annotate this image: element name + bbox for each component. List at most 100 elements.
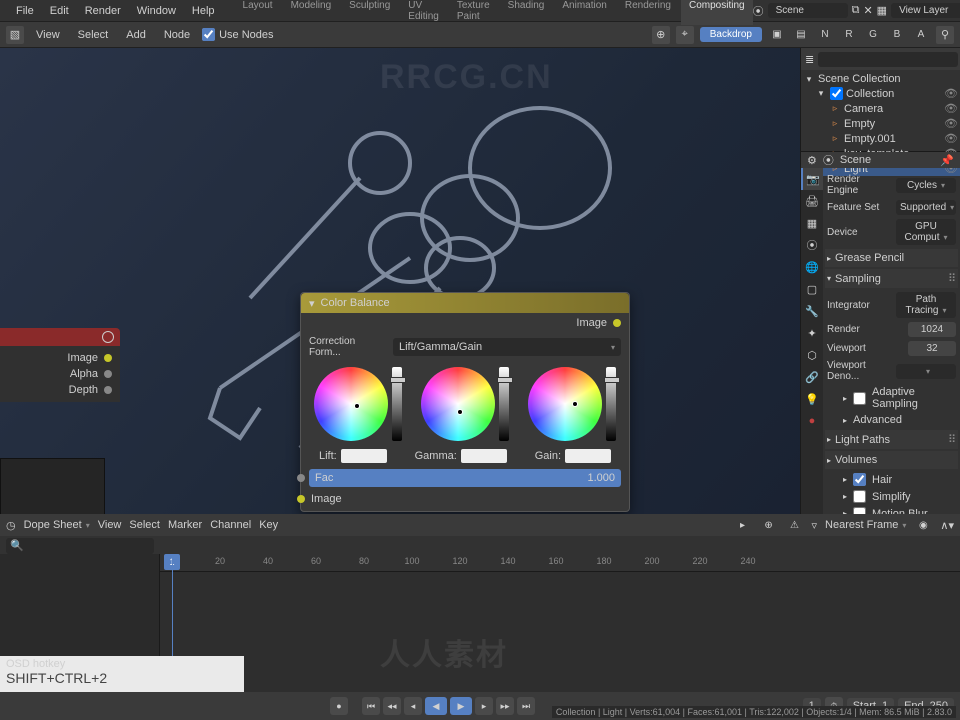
- render-samples-input[interactable]: 1024: [908, 322, 956, 337]
- adaptive-checkbox[interactable]: [853, 392, 866, 405]
- cb-output-image[interactable]: Image: [301, 313, 629, 333]
- simplify-row[interactable]: ▸Simplify: [827, 488, 956, 505]
- scene-copy-icon[interactable]: ⧉: [852, 4, 860, 17]
- ptab-world[interactable]: 🌐: [801, 256, 823, 278]
- socket-image-out[interactable]: Image: [0, 350, 120, 366]
- socket-alpha-out[interactable]: Alpha: [0, 366, 120, 382]
- channel-g[interactable]: G: [864, 26, 882, 44]
- socket-depth-out[interactable]: Depth: [0, 382, 120, 398]
- submenu-view[interactable]: View: [30, 29, 66, 41]
- submenu-node[interactable]: Node: [158, 29, 196, 41]
- adaptive-sampling-row[interactable]: ▸Adaptive Sampling: [827, 384, 956, 412]
- outliner-search-input[interactable]: [818, 52, 958, 67]
- ptab-data[interactable]: 💡: [801, 388, 823, 410]
- tree-collection[interactable]: ▾Collection👁: [801, 86, 960, 101]
- scene-selector[interactable]: Scene: [768, 3, 848, 18]
- timeline-canvas[interactable]: 1 20 40 60 80 100 120 140 160 180 200 22…: [160, 554, 960, 704]
- node-editor-viewport[interactable]: RRCG.CN Image Alpha Depth Scene ▾ Color …: [0, 48, 800, 514]
- nearest-frame-select[interactable]: Nearest Frame: [825, 519, 906, 531]
- correction-formula-select[interactable]: Lift/Gamma/Gain: [393, 338, 621, 356]
- section-sampling[interactable]: ▾Sampling⠿: [825, 269, 958, 288]
- frame-prev-icon[interactable]: ◂: [404, 697, 422, 715]
- outliner-editor-icon[interactable]: ≣: [805, 53, 814, 66]
- tree-scene-collection[interactable]: ▾Scene Collection: [801, 72, 960, 86]
- color-balance-node[interactable]: ▾ Color Balance Image Correction Form...…: [300, 292, 630, 512]
- advanced-row[interactable]: ▸Advanced: [827, 412, 956, 428]
- ds-channel[interactable]: Channel: [210, 519, 251, 531]
- menu-file[interactable]: File: [8, 5, 42, 17]
- ptab-constraints[interactable]: 🔗: [801, 366, 823, 388]
- section-volumes[interactable]: ▸Volumes: [825, 451, 958, 469]
- lift-color-wheel[interactable]: [314, 367, 388, 441]
- tree-camera[interactable]: ▹Camera👁: [801, 101, 960, 116]
- ds-select[interactable]: Select: [129, 519, 160, 531]
- backdrop-toggle[interactable]: Backdrop: [700, 27, 762, 42]
- tab-shading[interactable]: Shading: [500, 0, 553, 25]
- tab-sculpting[interactable]: Sculpting: [341, 0, 398, 25]
- ptab-output[interactable]: 🖨: [801, 190, 823, 212]
- use-nodes-input[interactable]: [202, 28, 215, 41]
- tree-empty-001[interactable]: ▹Empty.001👁: [801, 131, 960, 146]
- gamma-swatch[interactable]: [461, 449, 507, 463]
- cb-input-socket[interactable]: [297, 495, 305, 503]
- keyframe-next-icon[interactable]: ▸▸: [496, 697, 514, 715]
- channel-a[interactable]: A: [912, 26, 930, 44]
- gain-color-wheel[interactable]: [528, 367, 602, 441]
- hair-row[interactable]: ▸Hair: [827, 471, 956, 488]
- simplify-checkbox[interactable]: [853, 490, 866, 503]
- hair-checkbox[interactable]: [853, 473, 866, 486]
- ds-marker[interactable]: Marker: [168, 519, 202, 531]
- viewlayer-selector[interactable]: View Layer: [891, 3, 960, 18]
- section-light-paths[interactable]: ▸Light Paths⠿: [825, 430, 958, 449]
- tab-modeling[interactable]: Modeling: [283, 0, 340, 25]
- collapse-icon[interactable]: ▾: [309, 297, 315, 310]
- channel-b[interactable]: B: [888, 26, 906, 44]
- frame-next-icon[interactable]: ▸: [475, 697, 493, 715]
- ds-pivot-icon[interactable]: ⊕: [760, 516, 778, 534]
- ptab-modifier[interactable]: 🔧: [801, 300, 823, 322]
- tree-empty[interactable]: ▹Empty👁: [801, 116, 960, 131]
- fac-input-socket[interactable]: [297, 474, 305, 482]
- viewport-samples-input[interactable]: 32: [908, 341, 956, 356]
- render-layers-node[interactable]: Image Alpha Depth: [0, 328, 120, 402]
- submenu-add[interactable]: Add: [120, 29, 152, 41]
- tab-uv-editing[interactable]: UV Editing: [400, 0, 447, 25]
- ds-editor-icon[interactable]: ◷: [6, 519, 16, 532]
- channel-r[interactable]: R: [840, 26, 858, 44]
- eye-icon[interactable]: 👁: [944, 117, 958, 130]
- cb-input-image[interactable]: Image: [301, 491, 629, 511]
- jump-start-icon[interactable]: ⏮: [362, 697, 380, 715]
- feature-set-select[interactable]: Supported: [896, 200, 956, 215]
- falloff-icon[interactable]: ∧▾: [940, 519, 954, 532]
- collection-visible-checkbox[interactable]: [830, 87, 843, 100]
- lift-swatch[interactable]: [341, 449, 387, 463]
- gain-swatch[interactable]: [565, 449, 611, 463]
- render-node-header[interactable]: [0, 328, 120, 346]
- overlay-toggle-1[interactable]: ▣: [768, 26, 786, 44]
- tab-compositing[interactable]: Compositing: [681, 0, 753, 25]
- auto-key-icon[interactable]: ●: [330, 697, 348, 715]
- proportional-icon[interactable]: ◉: [914, 516, 932, 534]
- zoom-icon[interactable]: ⚲: [936, 26, 954, 44]
- integrator-select[interactable]: Path Tracing: [896, 292, 956, 318]
- menu-edit[interactable]: Edit: [42, 5, 77, 17]
- scene-delete-icon[interactable]: ✕: [863, 4, 872, 17]
- ptab-object[interactable]: ▢: [801, 278, 823, 300]
- tab-layout[interactable]: Layout: [235, 0, 281, 25]
- submenu-select[interactable]: Select: [72, 29, 115, 41]
- cb-output-socket[interactable]: [613, 319, 621, 327]
- lift-value-slider[interactable]: [392, 367, 402, 441]
- tab-animation[interactable]: Animation: [554, 0, 614, 25]
- tab-rendering[interactable]: Rendering: [617, 0, 679, 25]
- ds-cursor-icon[interactable]: ▸: [734, 516, 752, 534]
- section-grease-pencil[interactable]: ▸Grease Pencil: [825, 249, 958, 267]
- render-engine-select[interactable]: Cycles: [896, 178, 956, 193]
- play-reverse-icon[interactable]: ◀: [425, 697, 447, 715]
- jump-end-icon[interactable]: ⏭: [517, 697, 535, 715]
- gamma-value-slider[interactable]: [499, 367, 509, 441]
- editor-type-icon[interactable]: ▧: [6, 26, 24, 44]
- keyframe-prev-icon[interactable]: ◂◂: [383, 697, 401, 715]
- snap-icon[interactable]: ⌖: [676, 26, 694, 44]
- eye-icon[interactable]: 👁: [944, 132, 958, 145]
- ds-key[interactable]: Key: [259, 519, 278, 531]
